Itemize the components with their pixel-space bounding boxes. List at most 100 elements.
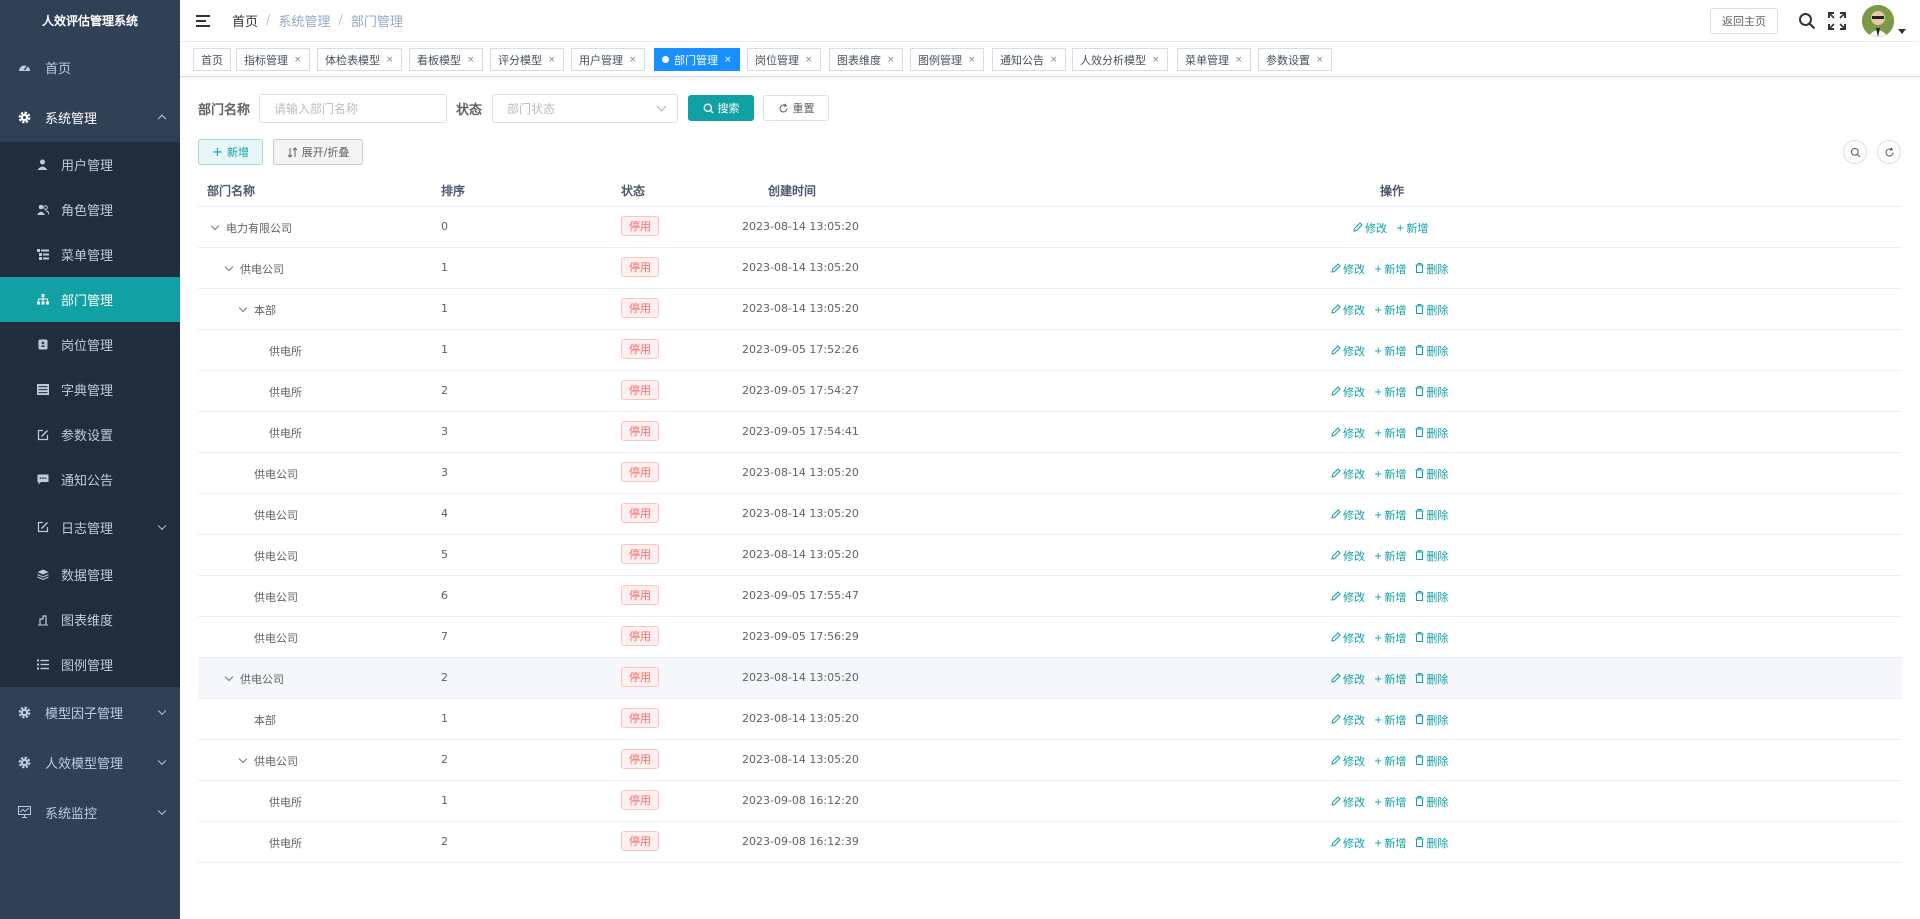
- edit-button[interactable]: 修改: [1331, 425, 1365, 441]
- sidebar-item-dict[interactable]: 字典管理: [0, 367, 180, 412]
- edit-button[interactable]: 修改: [1331, 835, 1365, 851]
- toggle-search-button[interactable]: [1843, 140, 1867, 164]
- sidebar-item-logs[interactable]: 日志管理: [0, 502, 180, 552]
- add-child-button[interactable]: + 新增: [1374, 548, 1406, 564]
- close-icon[interactable]: ×: [724, 55, 732, 65]
- tag-indicator[interactable]: 指标管理 ×: [236, 48, 310, 71]
- close-icon[interactable]: ×: [1316, 55, 1324, 65]
- avatar[interactable]: [1862, 5, 1894, 37]
- tag-posts[interactable]: 岗位管理 ×: [747, 48, 821, 71]
- close-icon[interactable]: ×: [887, 55, 895, 65]
- edit-button[interactable]: 修改: [1331, 302, 1365, 318]
- tag-legend[interactable]: 图例管理 ×: [910, 48, 984, 71]
- reset-button[interactable]: 重置: [763, 95, 829, 121]
- expand-arrow-icon[interactable]: [210, 221, 220, 231]
- dept-name-input[interactable]: [259, 94, 447, 123]
- delete-button[interactable]: 删除: [1415, 589, 1448, 605]
- sidebar-item-monitor[interactable]: 系统监控: [0, 787, 180, 837]
- add-child-button[interactable]: + 新增: [1374, 466, 1406, 482]
- edit-button[interactable]: 修改: [1331, 589, 1365, 605]
- delete-button[interactable]: 删除: [1415, 712, 1448, 728]
- sidebar-item-departments[interactable]: 部门管理: [0, 277, 180, 322]
- close-icon[interactable]: ×: [968, 55, 976, 65]
- tag-analysis-model[interactable]: 人效分析模型 ×: [1072, 48, 1168, 71]
- edit-button[interactable]: 修改: [1331, 507, 1365, 523]
- delete-button[interactable]: 删除: [1415, 671, 1448, 687]
- edit-button[interactable]: 修改: [1331, 671, 1365, 687]
- search-icon[interactable]: [1798, 12, 1816, 30]
- add-child-button[interactable]: + 新增: [1374, 343, 1406, 359]
- tag-checkup-model[interactable]: 体检表模型 ×: [317, 48, 402, 71]
- edit-button[interactable]: 修改: [1331, 384, 1365, 400]
- sidebar-item-legend[interactable]: 图例管理: [0, 642, 180, 687]
- close-icon[interactable]: ×: [1050, 55, 1058, 65]
- refresh-button[interactable]: [1877, 140, 1901, 164]
- delete-button[interactable]: 删除: [1415, 835, 1448, 851]
- edit-button[interactable]: 修改: [1331, 753, 1365, 769]
- tag-config[interactable]: 参数设置 ×: [1258, 48, 1332, 71]
- delete-button[interactable]: 删除: [1415, 261, 1448, 277]
- close-icon[interactable]: ×: [294, 55, 302, 65]
- sidebar-item-notice[interactable]: 通知公告: [0, 457, 180, 502]
- edit-button[interactable]: 修改: [1331, 548, 1365, 564]
- sidebar-item-chart-dim[interactable]: 图表维度: [0, 597, 180, 642]
- add-child-button[interactable]: + 新增: [1374, 425, 1406, 441]
- add-child-button[interactable]: + 新增: [1374, 671, 1406, 687]
- tag-board-model[interactable]: 看板模型 ×: [409, 48, 483, 71]
- breadcrumb-item-home[interactable]: 首页: [232, 11, 258, 30]
- delete-button[interactable]: 删除: [1415, 302, 1448, 318]
- delete-button[interactable]: 删除: [1415, 343, 1448, 359]
- expand-arrow-icon[interactable]: [224, 672, 234, 682]
- add-child-button[interactable]: + 新增: [1374, 753, 1406, 769]
- delete-button[interactable]: 删除: [1415, 384, 1448, 400]
- sidebar-item-config[interactable]: 参数设置: [0, 412, 180, 457]
- delete-button[interactable]: 删除: [1415, 466, 1448, 482]
- add-child-button[interactable]: + 新增: [1374, 302, 1406, 318]
- sidebar-item-home[interactable]: 首页: [0, 42, 180, 92]
- add-child-button[interactable]: + 新增: [1374, 794, 1406, 810]
- sidebar-item-system[interactable]: 系统管理: [0, 92, 180, 142]
- add-child-button[interactable]: + 新增: [1374, 507, 1406, 523]
- sidebar-item-factor[interactable]: 模型因子管理: [0, 687, 180, 737]
- close-icon[interactable]: ×: [386, 55, 394, 65]
- close-icon[interactable]: ×: [548, 55, 556, 65]
- sidebar-item-posts[interactable]: 岗位管理: [0, 322, 180, 367]
- edit-button[interactable]: 修改: [1331, 466, 1365, 482]
- tag-users[interactable]: 用户管理 ×: [571, 48, 645, 71]
- tag-score-model[interactable]: 评分模型 ×: [490, 48, 564, 71]
- tag-notice[interactable]: 通知公告 ×: [992, 48, 1066, 71]
- sidebar-item-model[interactable]: 人效模型管理: [0, 737, 180, 787]
- close-icon[interactable]: ×: [467, 55, 475, 65]
- edit-button[interactable]: 修改: [1331, 712, 1365, 728]
- back-home-button[interactable]: 返回主页: [1710, 8, 1778, 34]
- add-child-button[interactable]: + 新增: [1396, 220, 1428, 236]
- expand-arrow-icon[interactable]: [224, 262, 234, 272]
- add-button[interactable]: + 新增: [198, 139, 263, 165]
- search-button[interactable]: 搜索: [688, 95, 754, 121]
- sidebar-item-data[interactable]: 数据管理: [0, 552, 180, 597]
- fullscreen-icon[interactable]: [1828, 12, 1846, 30]
- edit-button[interactable]: 修改: [1331, 343, 1365, 359]
- add-child-button[interactable]: + 新增: [1374, 384, 1406, 400]
- sidebar-item-menus[interactable]: 菜单管理: [0, 232, 180, 277]
- expand-arrow-icon[interactable]: [238, 303, 248, 313]
- edit-button[interactable]: 修改: [1331, 630, 1365, 646]
- tag-departments[interactable]: 部门管理 ×: [654, 48, 740, 71]
- sidebar-item-roles[interactable]: 角色管理: [0, 187, 180, 232]
- edit-button[interactable]: 修改: [1331, 794, 1365, 810]
- add-child-button[interactable]: + 新增: [1374, 261, 1406, 277]
- close-icon[interactable]: ×: [1152, 55, 1160, 65]
- close-icon[interactable]: ×: [805, 55, 813, 65]
- close-icon[interactable]: ×: [1235, 55, 1243, 65]
- add-child-button[interactable]: + 新增: [1374, 630, 1406, 646]
- hamburger-icon[interactable]: [196, 14, 210, 27]
- sidebar-item-users[interactable]: 用户管理: [0, 142, 180, 187]
- delete-button[interactable]: 删除: [1415, 630, 1448, 646]
- edit-button[interactable]: 修改: [1353, 220, 1387, 236]
- tag-home[interactable]: 首页: [193, 48, 231, 71]
- delete-button[interactable]: 删除: [1415, 794, 1448, 810]
- add-child-button[interactable]: + 新增: [1374, 835, 1406, 851]
- tag-menus[interactable]: 菜单管理 ×: [1177, 48, 1251, 71]
- close-icon[interactable]: ×: [629, 55, 637, 65]
- tag-chart-dim[interactable]: 图表维度 ×: [829, 48, 903, 71]
